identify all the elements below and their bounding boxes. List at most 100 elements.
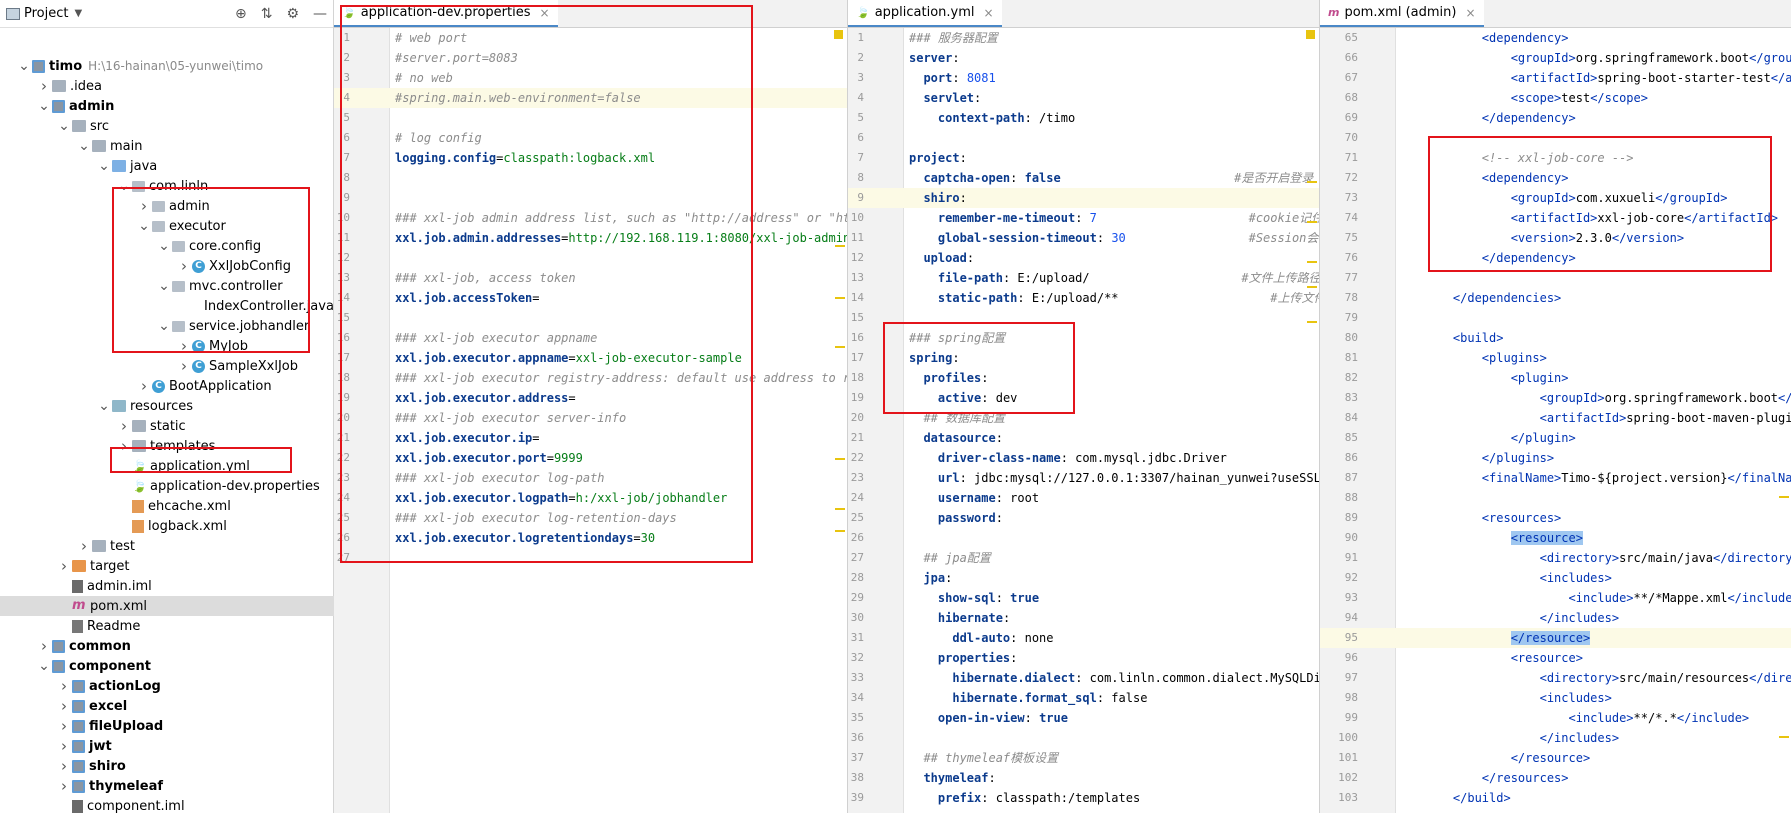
tree-item[interactable]: ⌄ java [0, 156, 334, 176]
chevron-down-icon[interactable]: ⌄ [98, 159, 110, 173]
chevron-right-icon[interactable]: › [38, 637, 50, 655]
chevron-right-icon[interactable]: › [58, 697, 70, 715]
warning-marker[interactable] [834, 30, 843, 39]
collapse-all-icon[interactable]: ⇅ [261, 6, 273, 22]
chevron-down-icon[interactable]: ⌄ [138, 219, 150, 233]
scroll-marker[interactable] [835, 530, 845, 532]
scroll-marker[interactable] [835, 458, 845, 460]
tree-item[interactable]: › actionLog [0, 676, 334, 696]
tree-item[interactable]: ehcache.xml [0, 496, 334, 516]
chevron-down-icon[interactable]: ⌄ [118, 179, 130, 193]
close-tab-icon[interactable]: × [1465, 6, 1475, 20]
scroll-marker[interactable] [1307, 286, 1317, 288]
tree-item[interactable]: ⌄ service.jobhandler [0, 316, 334, 336]
chevron-right-icon[interactable]: › [58, 717, 70, 735]
tree-item[interactable]: ⌄ src [0, 116, 334, 136]
tree-item[interactable]: ⌄ component [0, 656, 334, 676]
tree-item[interactable]: ⌄ core.config [0, 236, 334, 256]
chevron-down-icon[interactable]: ▼ [74, 8, 82, 19]
scroll-marker[interactable] [1779, 736, 1789, 738]
chevron-down-icon[interactable]: ⌄ [158, 279, 170, 293]
chevron-right-icon[interactable]: › [58, 737, 70, 755]
chevron-right-icon[interactable]: › [58, 557, 70, 575]
close-tab-icon[interactable]: × [540, 6, 550, 20]
chevron-down-icon[interactable]: ⌄ [98, 399, 110, 413]
scroll-marker[interactable] [1307, 321, 1317, 323]
tree-item[interactable]: Readme [0, 616, 334, 636]
chevron-down-icon[interactable]: ⌄ [38, 659, 50, 673]
tree-item[interactable]: › jwt [0, 736, 334, 756]
tree-item[interactable]: IndexController.java [0, 296, 334, 316]
code-line: 37 ## thymeleaf模板设置 [848, 748, 1319, 768]
project-view-icon[interactable] [6, 7, 20, 20]
chevron-right-icon[interactable]: › [138, 197, 150, 215]
tree-item[interactable]: › common [0, 636, 334, 656]
gear-icon[interactable]: ⚙ [286, 6, 299, 22]
tree-item[interactable]: admin.iml [0, 576, 334, 596]
chevron-right-icon[interactable]: › [118, 417, 130, 435]
editor-tab[interactable]: m pom.xml (admin) × [1320, 0, 1484, 27]
chevron-down-icon[interactable]: ⌄ [78, 139, 90, 153]
tree-item[interactable]: logback.xml [0, 516, 334, 536]
chevron-down-icon[interactable]: ⌄ [18, 59, 30, 73]
tree-item[interactable]: › C BootApplication [0, 376, 334, 396]
tree-item[interactable]: › C XxlJobConfig [0, 256, 334, 276]
tree-item[interactable]: ⌄ main [0, 136, 334, 156]
code-line: 24 username: root [848, 488, 1319, 508]
scroll-marker[interactable] [835, 346, 845, 348]
editor-tab[interactable]: 🍃 application.yml × [848, 0, 1002, 27]
tree-item[interactable]: › excel [0, 696, 334, 716]
chevron-down-icon[interactable]: ⌄ [38, 99, 50, 113]
scroll-marker[interactable] [835, 508, 845, 510]
chevron-right-icon[interactable]: › [78, 537, 90, 555]
line-number: 20 [850, 411, 864, 424]
tree-item[interactable]: › C MyJob [0, 336, 334, 356]
minimize-icon[interactable]: — [313, 6, 327, 22]
tree-item[interactable]: ⌄ executor [0, 216, 334, 236]
tree-item[interactable]: ⌄ resources [0, 396, 334, 416]
chevron-right-icon[interactable]: › [178, 257, 190, 275]
scroll-marker[interactable] [1307, 261, 1317, 263]
chevron-right-icon[interactable]: › [38, 77, 50, 95]
chevron-right-icon[interactable]: › [138, 377, 150, 395]
tree-item[interactable]: › shiro [0, 756, 334, 776]
tree-item[interactable]: › thymeleaf [0, 776, 334, 796]
chevron-right-icon[interactable]: › [58, 757, 70, 775]
tree-item[interactable]: › admin [0, 196, 334, 216]
project-title[interactable]: Project [24, 6, 68, 21]
chevron-right-icon[interactable]: › [58, 677, 70, 695]
tree-item[interactable]: m pom.xml [0, 596, 334, 616]
tree-item[interactable]: ⌄ mvc.controller [0, 276, 334, 296]
tree-item[interactable]: › fileUpload [0, 716, 334, 736]
close-tab-icon[interactable]: × [984, 6, 994, 20]
tree-item[interactable]: › C SampleXxlJob [0, 356, 334, 376]
scroll-marker[interactable] [835, 245, 845, 247]
scroll-marker[interactable] [1307, 181, 1317, 183]
chevron-right-icon[interactable]: › [178, 337, 190, 355]
tree-item[interactable]: › static [0, 416, 334, 436]
tree-item[interactable]: ⌄ admin [0, 96, 334, 116]
tree-item[interactable]: › target [0, 556, 334, 576]
chevron-down-icon[interactable]: ⌄ [158, 319, 170, 333]
warning-marker[interactable] [1306, 30, 1315, 39]
locate-icon[interactable]: ⊕ [235, 6, 247, 22]
editor-tab[interactable]: 🍃 application-dev.properties × [334, 0, 558, 27]
tree-item[interactable]: › test [0, 536, 334, 556]
scroll-marker[interactable] [1779, 496, 1789, 498]
tree-item[interactable]: component.iml [0, 796, 334, 813]
scroll-marker[interactable] [835, 297, 845, 299]
tree-item[interactable]: 🍃 application.yml [0, 456, 334, 476]
scroll-marker[interactable] [1307, 221, 1317, 223]
chevron-right-icon[interactable]: › [178, 357, 190, 375]
tree-item[interactable]: › .idea [0, 76, 334, 96]
tree-item[interactable]: › templates [0, 436, 334, 456]
line-number: 1 [343, 31, 350, 44]
chevron-down-icon[interactable]: ⌄ [158, 239, 170, 253]
tree-item[interactable]: ⌄ timo H:\16-hainan\05-yunwei\timo [0, 56, 334, 76]
tree-item[interactable]: 🍃 application-dev.properties [0, 476, 334, 496]
chevron-down-icon[interactable]: ⌄ [58, 119, 70, 133]
chevron-right-icon[interactable]: › [118, 437, 130, 455]
chevron-right-icon[interactable]: › [58, 777, 70, 795]
tree-item[interactable]: ⌄ com.linln [0, 176, 334, 196]
